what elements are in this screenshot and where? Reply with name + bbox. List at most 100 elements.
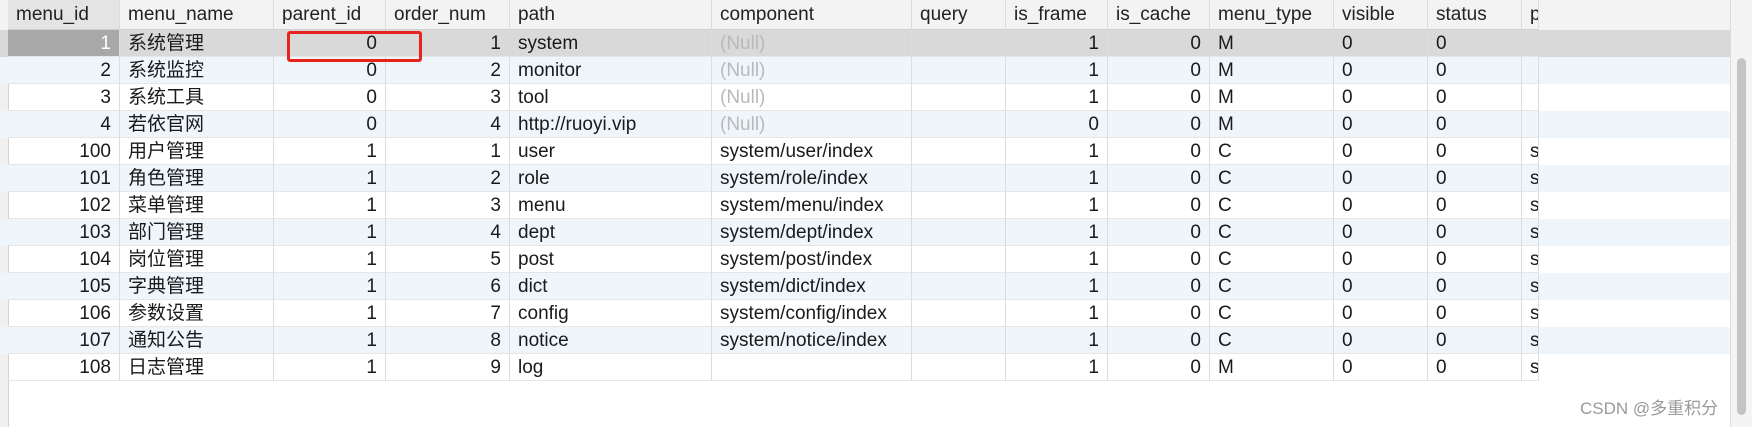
- cell-menu_type[interactable]: C: [1210, 246, 1334, 273]
- cell-is_frame[interactable]: 1: [1006, 327, 1108, 354]
- cell-status[interactable]: 0: [1428, 246, 1522, 273]
- table-row[interactable]: 3 系统工具 0 3 tool (Null) 1 0 M 0 0: [0, 84, 1730, 111]
- cell-menu_id[interactable]: 108: [8, 354, 120, 381]
- cell-menu_name[interactable]: 字典管理: [120, 273, 274, 300]
- cell-query[interactable]: [912, 219, 1006, 246]
- cell-visible[interactable]: 0: [1334, 327, 1428, 354]
- column-header-menu_type[interactable]: menu_type: [1210, 0, 1334, 30]
- cell-is_cache[interactable]: 0: [1108, 300, 1210, 327]
- cell-menu_id[interactable]: 105: [8, 273, 120, 300]
- cell-menu_name[interactable]: 部门管理: [120, 219, 274, 246]
- cell-parent_id[interactable]: 1: [274, 246, 386, 273]
- column-header-path[interactable]: path: [510, 0, 712, 30]
- cell-perms[interactable]: syst: [1522, 327, 1539, 354]
- cell-menu_name[interactable]: 系统工具: [120, 84, 274, 111]
- cell-is_cache[interactable]: 0: [1108, 273, 1210, 300]
- cell-visible[interactable]: 0: [1334, 84, 1428, 111]
- cell-menu_type[interactable]: C: [1210, 300, 1334, 327]
- cell-component[interactable]: (Null): [712, 30, 912, 57]
- cell-is_frame[interactable]: 1: [1006, 165, 1108, 192]
- cell-menu_id[interactable]: 102: [8, 192, 120, 219]
- column-header-is_cache[interactable]: is_cache: [1108, 0, 1210, 30]
- cell-menu_name[interactable]: 用户管理: [120, 138, 274, 165]
- cell-menu_id[interactable]: 2: [8, 57, 120, 84]
- cell-parent_id[interactable]: 1: [274, 327, 386, 354]
- cell-order_num[interactable]: 4: [386, 219, 510, 246]
- cell-menu_name[interactable]: 日志管理: [120, 354, 274, 381]
- cell-order_num[interactable]: 4: [386, 111, 510, 138]
- cell-path[interactable]: http://ruoyi.vip: [510, 111, 712, 138]
- cell-perms[interactable]: [1522, 84, 1539, 111]
- cell-parent_id[interactable]: 1: [274, 192, 386, 219]
- cell-is_cache[interactable]: 0: [1108, 30, 1210, 57]
- scrollbar-thumb[interactable]: [1737, 58, 1746, 415]
- cell-parent_id[interactable]: 0: [274, 84, 386, 111]
- cell-visible[interactable]: 0: [1334, 246, 1428, 273]
- cell-status[interactable]: 0: [1428, 57, 1522, 84]
- cell-is_frame[interactable]: 1: [1006, 30, 1108, 57]
- cell-perms[interactable]: syst: [1522, 300, 1539, 327]
- column-header-query[interactable]: query: [912, 0, 1006, 30]
- cell-visible[interactable]: 0: [1334, 354, 1428, 381]
- cell-menu_name[interactable]: 角色管理: [120, 165, 274, 192]
- cell-is_cache[interactable]: 0: [1108, 57, 1210, 84]
- cell-path[interactable]: post: [510, 246, 712, 273]
- cell-perms[interactable]: syst: [1522, 354, 1539, 381]
- cell-menu_id[interactable]: 106: [8, 300, 120, 327]
- cell-order_num[interactable]: 9: [386, 354, 510, 381]
- cell-perms[interactable]: syst: [1522, 192, 1539, 219]
- cell-visible[interactable]: 0: [1334, 165, 1428, 192]
- cell-component[interactable]: system/menu/index: [712, 192, 912, 219]
- cell-component[interactable]: system/role/index: [712, 165, 912, 192]
- table-row[interactable]: 102菜单管理13menusystem/menu/index10C00syst: [0, 192, 1730, 219]
- table-row[interactable]: 1 系统管理 0 1 system (Null) 1 0 M 0 0: [0, 30, 1730, 57]
- cell-parent_id[interactable]: 1: [274, 273, 386, 300]
- cell-visible[interactable]: 0: [1334, 30, 1428, 57]
- cell-menu_type[interactable]: C: [1210, 273, 1334, 300]
- column-header-menu_id[interactable]: menu_id: [8, 0, 120, 30]
- cell-path[interactable]: tool: [510, 84, 712, 111]
- cell-perms[interactable]: syst: [1522, 165, 1539, 192]
- cell-visible[interactable]: 0: [1334, 138, 1428, 165]
- table-row[interactable]: 108日志管理19log10M00syst: [0, 354, 1730, 381]
- cell-menu_name[interactable]: 菜单管理: [120, 192, 274, 219]
- cell-is_frame[interactable]: 1: [1006, 273, 1108, 300]
- cell-is_cache[interactable]: 0: [1108, 138, 1210, 165]
- cell-menu_id[interactable]: 104: [8, 246, 120, 273]
- cell-component[interactable]: (Null): [712, 84, 912, 111]
- cell-is_frame[interactable]: 1: [1006, 300, 1108, 327]
- cell-order_num[interactable]: 3: [386, 84, 510, 111]
- table-row[interactable]: 101角色管理12rolesystem/role/index10C00syst: [0, 165, 1730, 192]
- cell-is_frame[interactable]: 1: [1006, 57, 1108, 84]
- cell-query[interactable]: [912, 84, 1006, 111]
- cell-menu_id[interactable]: 4: [8, 111, 120, 138]
- cell-menu_id[interactable]: 101: [8, 165, 120, 192]
- cell-query[interactable]: [912, 165, 1006, 192]
- cell-menu_type[interactable]: M: [1210, 57, 1334, 84]
- cell-menu_type[interactable]: C: [1210, 138, 1334, 165]
- cell-visible[interactable]: 0: [1334, 219, 1428, 246]
- cell-visible[interactable]: 0: [1334, 57, 1428, 84]
- cell-order_num[interactable]: 7: [386, 300, 510, 327]
- column-header-is_frame[interactable]: is_frame: [1006, 0, 1108, 30]
- cell-status[interactable]: 0: [1428, 219, 1522, 246]
- cell-status[interactable]: 0: [1428, 327, 1522, 354]
- cell-path[interactable]: log: [510, 354, 712, 381]
- cell-path[interactable]: role: [510, 165, 712, 192]
- cell-query[interactable]: [912, 273, 1006, 300]
- cell-path[interactable]: dept: [510, 219, 712, 246]
- cell-is_cache[interactable]: 0: [1108, 246, 1210, 273]
- cell-is_frame[interactable]: 1: [1006, 354, 1108, 381]
- cell-order_num[interactable]: 3: [386, 192, 510, 219]
- cell-status[interactable]: 0: [1428, 192, 1522, 219]
- cell-menu_id[interactable]: 103: [8, 219, 120, 246]
- cell-visible[interactable]: 0: [1334, 273, 1428, 300]
- cell-visible[interactable]: 0: [1334, 192, 1428, 219]
- cell-is_frame[interactable]: 1: [1006, 219, 1108, 246]
- cell-menu_type[interactable]: C: [1210, 165, 1334, 192]
- cell-query[interactable]: [912, 111, 1006, 138]
- cell-query[interactable]: [912, 246, 1006, 273]
- cell-order_num[interactable]: 8: [386, 327, 510, 354]
- cell-perms[interactable]: syst: [1522, 219, 1539, 246]
- cell-is_cache[interactable]: 0: [1108, 165, 1210, 192]
